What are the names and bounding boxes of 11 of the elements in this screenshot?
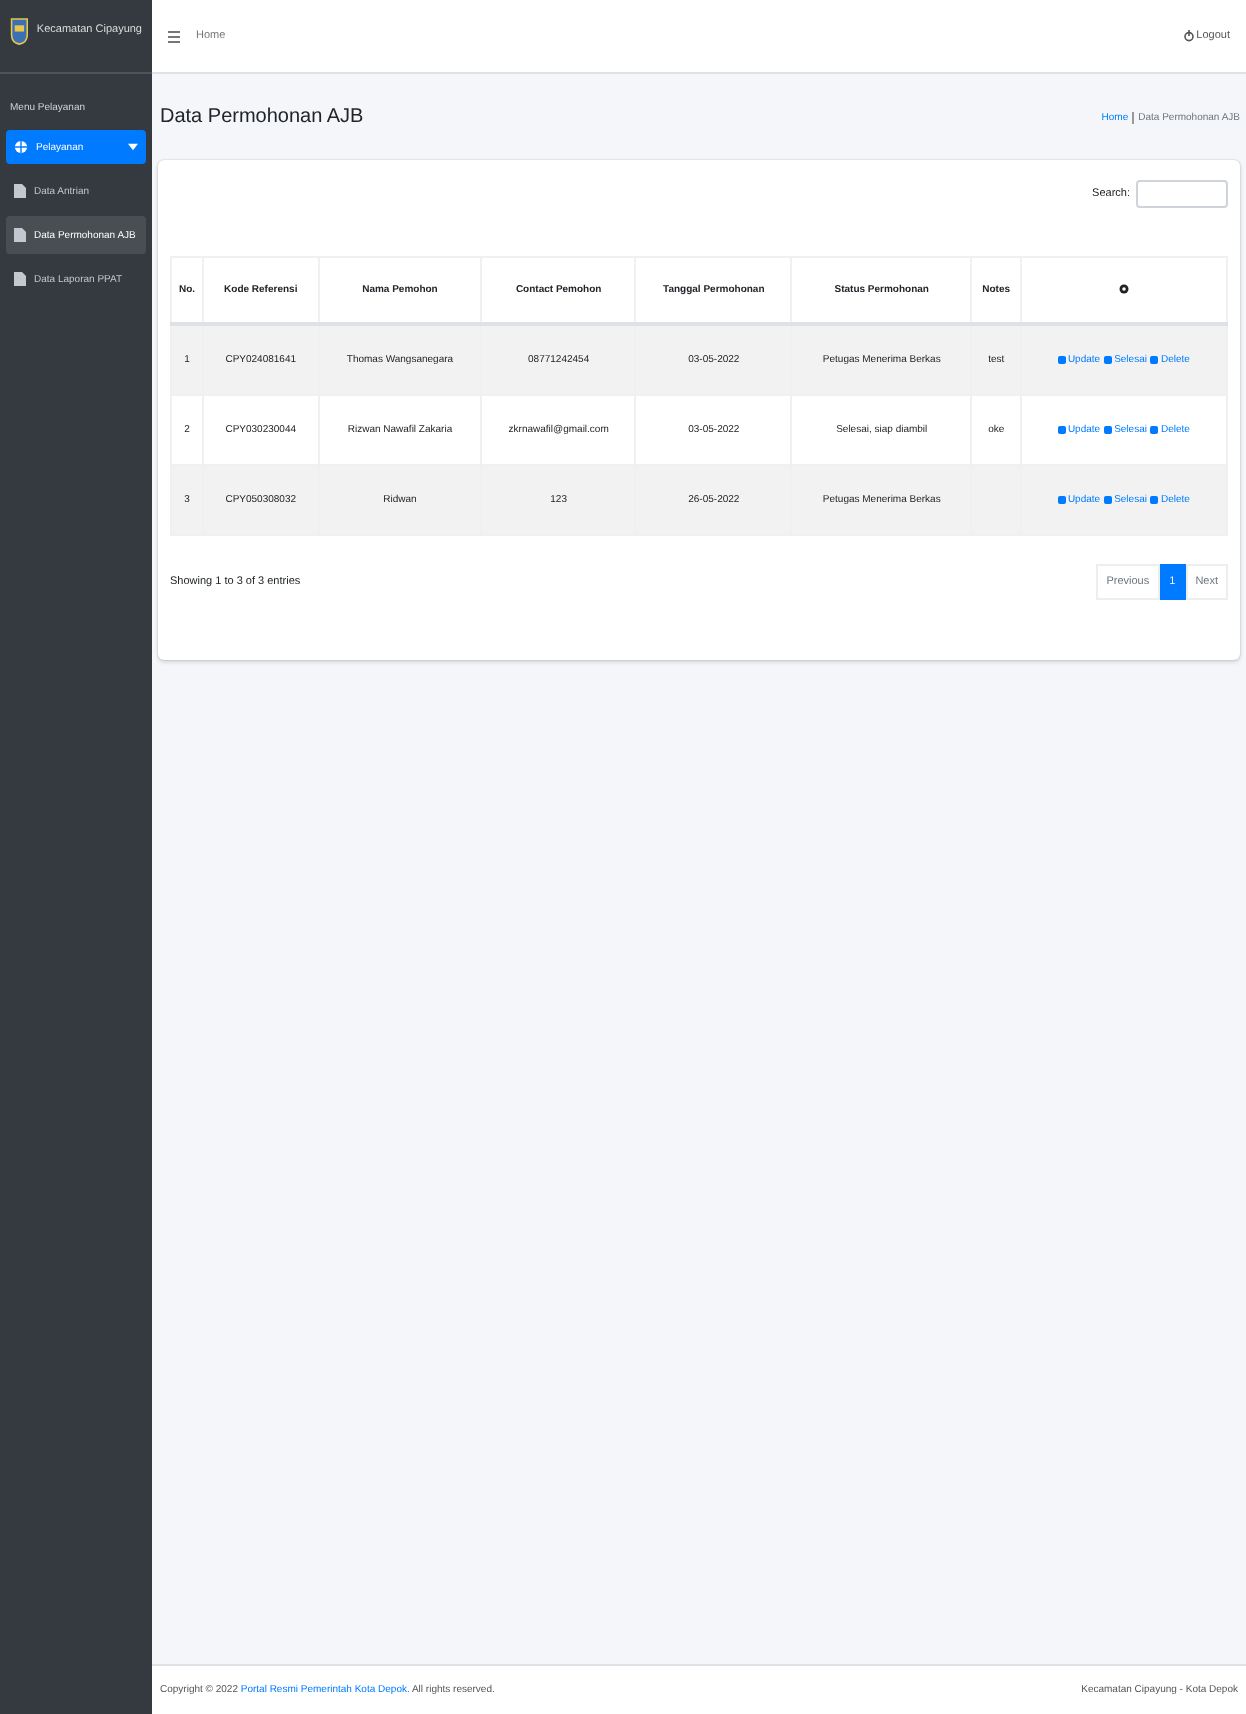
file-icon <box>14 228 26 242</box>
power-icon <box>1184 30 1195 42</box>
globe-icon <box>14 140 28 154</box>
page-title: Data Permohonan AJB <box>158 106 364 128</box>
caret-icon <box>128 142 138 152</box>
file-icon <box>14 184 26 198</box>
emblem-icon <box>10 12 29 48</box>
settings-icon <box>1117 281 1130 295</box>
search-field[interactable] <box>1136 180 1228 208</box>
file-icon <box>14 272 26 286</box>
menu-icon[interactable] <box>168 29 180 43</box>
